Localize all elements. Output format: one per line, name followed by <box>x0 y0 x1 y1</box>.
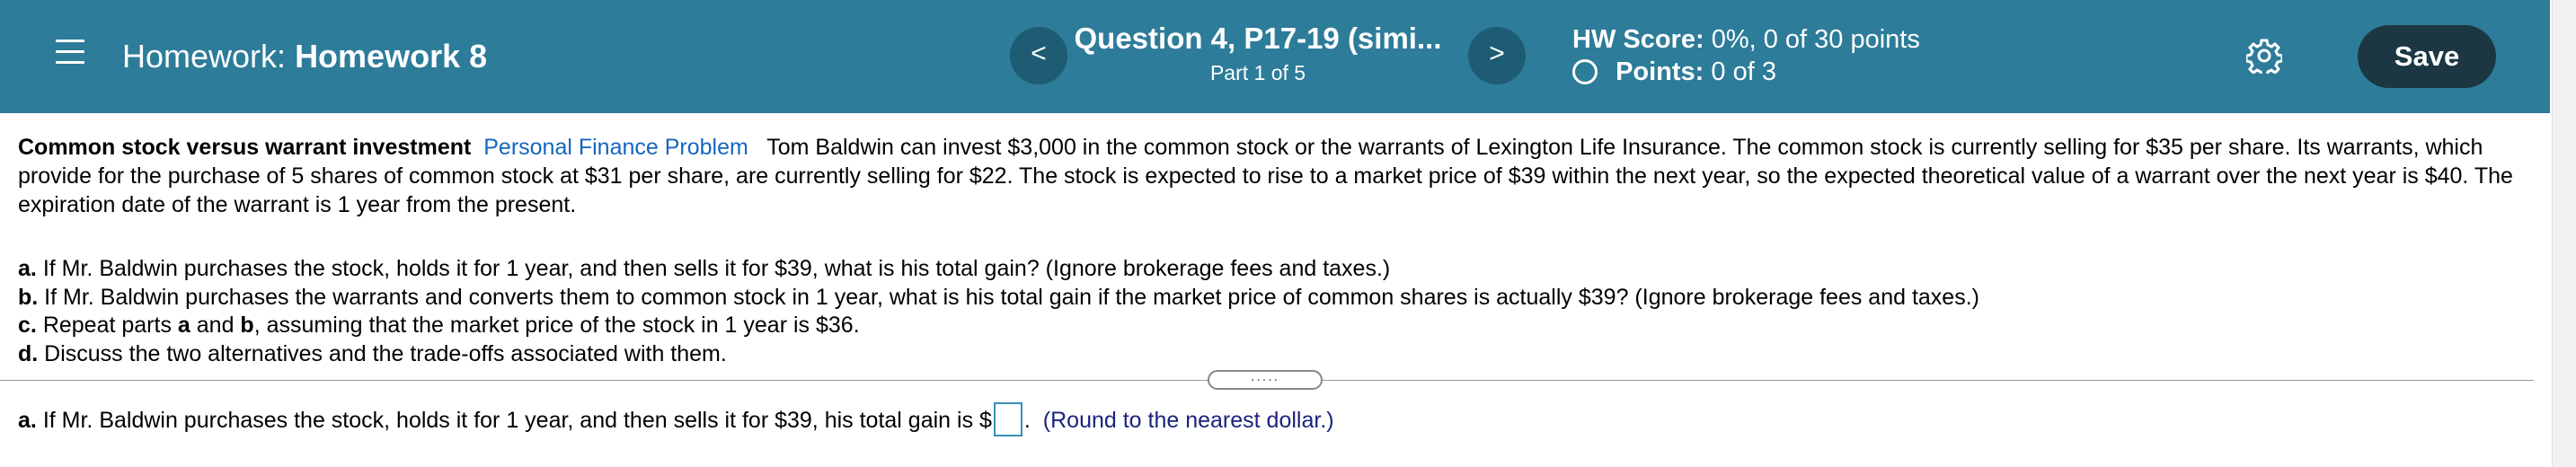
hw-score: HW Score: 0%, 0 of 30 points <box>1572 25 1920 55</box>
question-parts-list: a. If Mr. Baldwin purchases the stock, h… <box>18 255 2534 368</box>
part-text: Repeat parts <box>42 313 178 338</box>
part-d: d. Discuss the two alternatives and the … <box>18 340 2534 369</box>
part-ref-a: a <box>177 313 190 338</box>
hw-score-label: HW Score: <box>1572 25 1704 54</box>
part-text: , assuming that the market price of the … <box>253 313 860 338</box>
part-c: c. Repeat parts a and b, assuming that t… <box>18 312 2534 340</box>
part-label: a. <box>18 256 37 281</box>
homework-title: Homework: Homework 8 <box>122 38 487 75</box>
points: Points: 0 of 3 <box>1572 57 1776 87</box>
part-b: b. If Mr. Baldwin purchases the warrants… <box>18 284 2534 313</box>
scrollbar[interactable] <box>2552 0 2576 467</box>
part-text: If Mr. Baldwin purchases the stock, hold… <box>42 256 1391 281</box>
answer-prompt: If Mr. Baldwin purchases the stock, hold… <box>42 408 992 433</box>
problem-title: Common stock versus warrant investment <box>18 135 472 160</box>
points-status-circle-icon <box>1572 59 1598 84</box>
part-label: c. <box>18 313 37 338</box>
answer-period: . <box>1023 408 1031 433</box>
hw-score-value: 0%, 0 of 30 points <box>1711 25 1920 54</box>
homework-label: Homework: <box>122 38 287 75</box>
points-label: Points: <box>1616 57 1704 86</box>
total-gain-input[interactable] <box>993 402 1022 436</box>
problem-statement: Common stock versus warrant investment P… <box>18 133 2534 219</box>
previous-question-button[interactable]: < <box>1010 27 1067 84</box>
part-text: If Mr. Baldwin purchases the warrants an… <box>44 284 1979 310</box>
save-button[interactable]: Save <box>2358 25 2496 88</box>
part-text: Discuss the two alternatives and the tra… <box>44 340 727 366</box>
part-ref-b: b <box>240 313 254 338</box>
next-question-button[interactable]: > <box>1468 27 1526 84</box>
chevron-left-icon: < <box>1031 39 1047 68</box>
question-part-indicator: Part 1 of 5 <box>1209 61 1306 84</box>
answer-area: a. If Mr. Baldwin purchases the stock, h… <box>18 402 1334 436</box>
personal-finance-problem-link[interactable]: Personal Finance Problem <box>483 135 748 160</box>
answer-part-label: a. <box>18 408 37 433</box>
hamburger-menu-icon[interactable] <box>56 40 84 65</box>
question-title: Question 4, P17-19 (simi... <box>1074 22 1442 55</box>
part-label: b. <box>18 284 39 310</box>
rounding-note: (Round to the nearest dollar.) <box>1042 408 1334 433</box>
homework-name: Homework 8 <box>295 38 488 75</box>
top-bar: Homework: Homework 8 < Question 4, P17-1… <box>0 0 2550 113</box>
part-a: a. If Mr. Baldwin purchases the stock, h… <box>18 255 2534 284</box>
chevron-right-icon: > <box>1489 39 1505 68</box>
part-label: d. <box>18 340 39 366</box>
divider-resize-handle[interactable]: ..... <box>1208 370 1323 390</box>
points-value: 0 of 3 <box>1711 57 1776 86</box>
gear-icon[interactable] <box>2246 38 2282 74</box>
question-content: Common stock versus warrant investment P… <box>18 133 2534 368</box>
part-text: and <box>190 313 241 338</box>
